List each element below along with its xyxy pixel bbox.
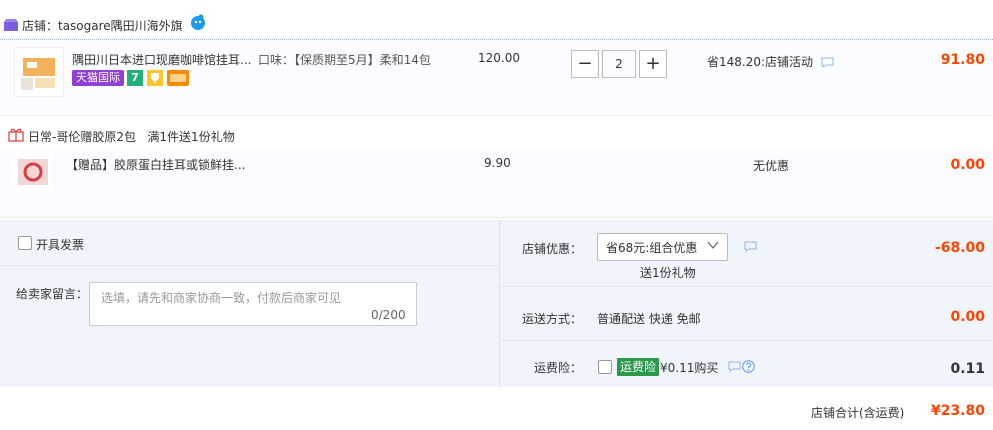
item-total: 91.80 bbox=[940, 52, 985, 68]
divider bbox=[500, 340, 993, 341]
shipping-insurance-price: ¥0.11购买 bbox=[660, 361, 719, 375]
trophy-icon bbox=[147, 70, 163, 86]
item-promo: 省148.20:店铺活动 bbox=[707, 55, 814, 69]
gift-total: 0.00 bbox=[950, 157, 985, 173]
gift-rule: 满1件送1份礼物 bbox=[147, 130, 235, 144]
gift-unit-price: 9.90 bbox=[484, 156, 511, 170]
shop-name[interactable]: 店铺：tasogare隅田川海外旗 bbox=[22, 17, 183, 34]
gift-product-image bbox=[18, 159, 48, 185]
quantity-stepper: − 2 + bbox=[571, 50, 667, 78]
coffee-box-image bbox=[21, 58, 55, 90]
comment-icon[interactable] bbox=[744, 241, 757, 252]
increase-quantity-button[interactable]: + bbox=[639, 50, 667, 78]
gift-thumbnail[interactable] bbox=[14, 153, 52, 191]
quantity-input[interactable]: 2 bbox=[602, 50, 636, 78]
divider bbox=[499, 220, 500, 387]
comment-icon[interactable] bbox=[728, 361, 741, 372]
shop-total-amount: ¥23.80 bbox=[930, 403, 985, 419]
shop-discount-selected: 省68元:组合优惠 bbox=[606, 241, 698, 255]
wangwang-chat-icon[interactable] bbox=[190, 14, 206, 30]
divider bbox=[500, 286, 993, 287]
shipping-method: 普通配送 快递 免邮 bbox=[597, 312, 701, 326]
shop-discount-total: -68.00 bbox=[934, 240, 985, 256]
comment-icon[interactable] bbox=[821, 57, 834, 68]
credit-card-icon bbox=[167, 70, 189, 86]
gift-promo: 无优惠 bbox=[753, 159, 790, 173]
shop-total-label: 店铺合计(含运费) bbox=[811, 406, 905, 420]
shipping-insurance-badge: 运费险 bbox=[617, 358, 660, 376]
shop-icon bbox=[4, 19, 18, 31]
shop-discount-gift-note: 送1份礼物 bbox=[640, 266, 696, 280]
shipping-insurance-total: 0.11 bbox=[950, 361, 985, 377]
tmall-global-tag: 天猫国际 bbox=[72, 70, 124, 86]
invoice-label[interactable]: 开具发票 bbox=[36, 236, 84, 253]
invoice-checkbox[interactable] bbox=[18, 236, 32, 250]
divider bbox=[0, 265, 499, 266]
shipping-label: 运送方式： bbox=[522, 312, 583, 326]
decrease-quantity-button[interactable]: − bbox=[571, 50, 599, 78]
gift-campaign-name: 日常-哥伦赠胶原2包 bbox=[28, 130, 136, 144]
seller-message-placeholder: 选填，请先和商家协商一致，付款后商家可见 bbox=[101, 291, 342, 305]
shop-discount-label: 店铺优惠： bbox=[522, 242, 583, 256]
shipping-total: 0.00 bbox=[950, 309, 985, 325]
item-title[interactable]: 隅田川日本进口现磨咖啡馆挂耳... bbox=[72, 51, 256, 68]
gift-campaign: 日常-哥伦赠胶原2包 满1件送1份礼物 bbox=[28, 128, 235, 145]
item-unit-price: 120.00 bbox=[478, 51, 520, 65]
gift-icon bbox=[8, 128, 24, 142]
help-icon[interactable] bbox=[742, 360, 755, 373]
seven-day-return-icon: 7 bbox=[127, 70, 143, 86]
chevron-down-icon bbox=[707, 241, 719, 249]
message-char-count: 0/200 bbox=[371, 308, 406, 322]
shipping-insurance-label: 运费险： bbox=[534, 361, 583, 375]
shipping-insurance-checkbox[interactable] bbox=[598, 360, 612, 374]
item-sku: 口味：【保质期至5月】柔和14包 bbox=[258, 53, 431, 67]
seller-message-label: 给卖家留言： bbox=[16, 287, 89, 301]
gift-title[interactable]: 【赠品】胶原蛋白挂耳或锁鲜挂... bbox=[66, 156, 246, 173]
product-thumbnail[interactable] bbox=[14, 47, 64, 97]
